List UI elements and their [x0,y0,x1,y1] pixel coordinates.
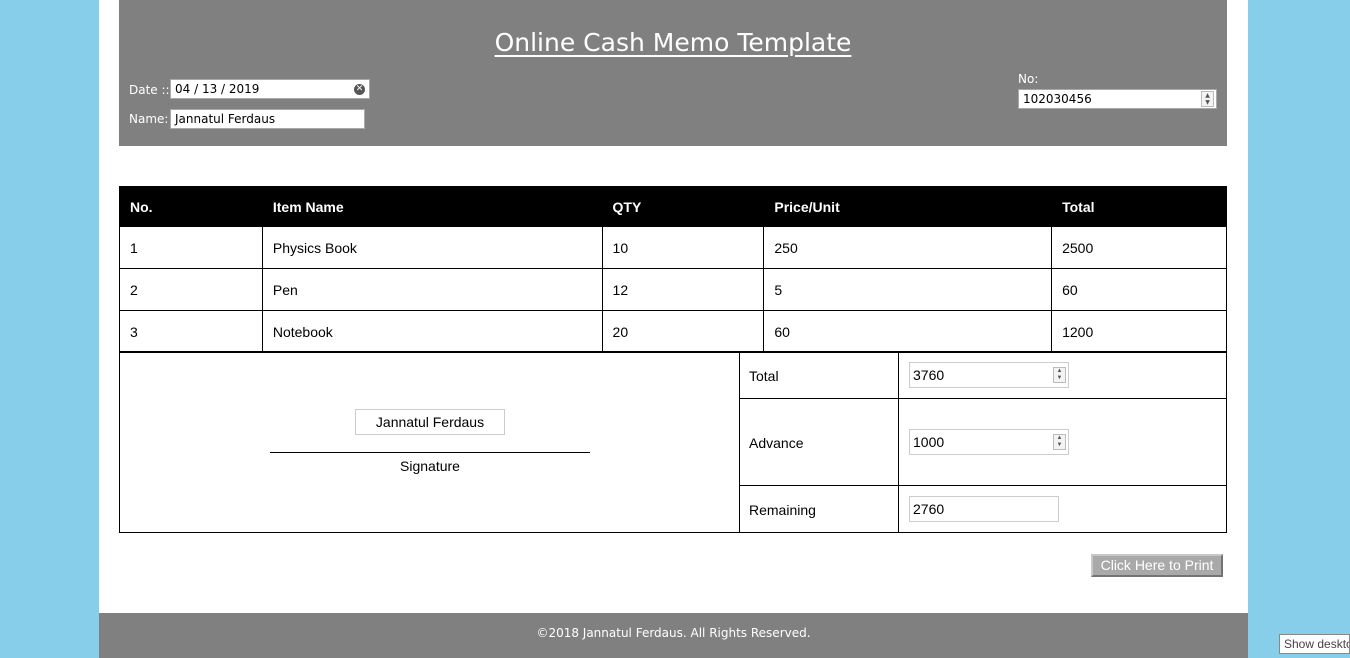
date-input[interactable]: 04 / 13 / 2019 ✕ [170,79,370,99]
remaining-input[interactable]: 2760 [909,496,1059,522]
items-table: No. Item Name QTY Price/Unit Total 1 Phy… [119,186,1227,353]
date-label: Date :: [129,83,170,97]
stepper-down-icon[interactable]: ▼ [1054,375,1065,382]
table-header-row: No. Item Name QTY Price/Unit Total [119,186,1227,227]
page-title: Online Cash Memo Template [494,28,852,57]
column-header-item-name: Item Name [261,186,603,227]
cell-no[interactable]: 1 [119,226,263,269]
header: Online Cash Memo Template Date :: 04 / 1… [119,0,1227,146]
remaining-row: Remaining 2760 [739,486,1226,532]
cell-price-unit[interactable]: 5 [763,268,1053,311]
cell-price-unit[interactable]: 60 [763,310,1053,353]
stepper-down-icon[interactable]: ▼ [1054,442,1065,449]
total-row: Total 3760 ▲ ▼ [739,352,1226,399]
signature-name-input[interactable]: Jannatul Ferdaus [355,409,505,435]
total-input[interactable]: 3760 ▲ ▼ [909,362,1069,388]
stepper-up-icon[interactable]: ▲ [1202,92,1213,99]
column-header-price-unit: Price/Unit [763,186,1053,227]
advance-label: Advance [749,435,804,451]
table-row: 1 Physics Book 10 250 2500 [119,226,1227,269]
total-label: Total [749,368,779,384]
remaining-label: Remaining [749,502,816,518]
cell-total[interactable]: 60 [1051,268,1227,311]
advance-input[interactable]: 1000 ▲ ▼ [909,429,1069,455]
clear-icon[interactable]: ✕ [354,84,365,95]
no-input[interactable]: 102030456 ▲ ▼ [1018,89,1217,109]
cell-total[interactable]: 2500 [1051,226,1227,269]
stepper-up-icon[interactable]: ▲ [1054,368,1065,375]
column-header-qty: QTY [601,186,765,227]
advance-value: 1000 [913,434,945,450]
no-stepper[interactable]: ▲ ▼ [1201,91,1214,107]
no-value: 102030456 [1023,92,1092,106]
signature-area: Jannatul Ferdaus Signature [120,352,740,532]
no-label: No: [1018,72,1039,86]
print-button[interactable]: Click Here to Print [1091,554,1223,577]
summary-section: Jannatul Ferdaus Signature Total 3760 ▲ … [119,351,1227,533]
advance-row: Advance 1000 ▲ ▼ [739,399,1226,486]
cell-qty[interactable]: 12 [601,268,765,311]
cell-total[interactable]: 1200 [1051,310,1227,353]
cell-qty[interactable]: 20 [601,310,765,353]
cell-item-name[interactable]: Physics Book [261,226,603,269]
column-header-total: Total [1051,186,1227,227]
cell-no[interactable]: 2 [119,268,263,311]
stepper-up-icon[interactable]: ▲ [1054,435,1065,442]
stepper-down-icon[interactable]: ▼ [1202,99,1213,106]
advance-stepper[interactable]: ▲ ▼ [1053,434,1066,450]
total-value: 3760 [913,367,945,383]
signature-line [270,452,590,453]
show-desktop-tooltip: Show desktop [1279,634,1350,654]
date-value: 04 / 13 / 2019 [175,82,260,96]
cell-no[interactable]: 3 [119,310,263,353]
table-row: 3 Notebook 20 60 1200 [119,310,1227,353]
cell-qty[interactable]: 10 [601,226,765,269]
totals-table: Total 3760 ▲ ▼ Advance 1000 ▲ ▼ Remainin… [739,352,1226,532]
signature-label: Signature [400,458,460,474]
cell-item-name[interactable]: Notebook [261,310,603,353]
name-input[interactable]: Jannatul Ferdaus [170,109,365,129]
page: Online Cash Memo Template Date :: 04 / 1… [99,0,1248,658]
table-row: 2 Pen 12 5 60 [119,268,1227,311]
footer-copyright: ©2018 Jannatul Ferdaus. All Rights Reser… [536,626,811,640]
cell-price-unit[interactable]: 250 [763,226,1053,269]
name-label: Name: [129,112,169,126]
column-header-no: No. [119,186,263,227]
footer: ©2018 Jannatul Ferdaus. All Rights Reser… [99,613,1248,658]
cell-item-name[interactable]: Pen [261,268,603,311]
total-stepper[interactable]: ▲ ▼ [1053,367,1066,383]
